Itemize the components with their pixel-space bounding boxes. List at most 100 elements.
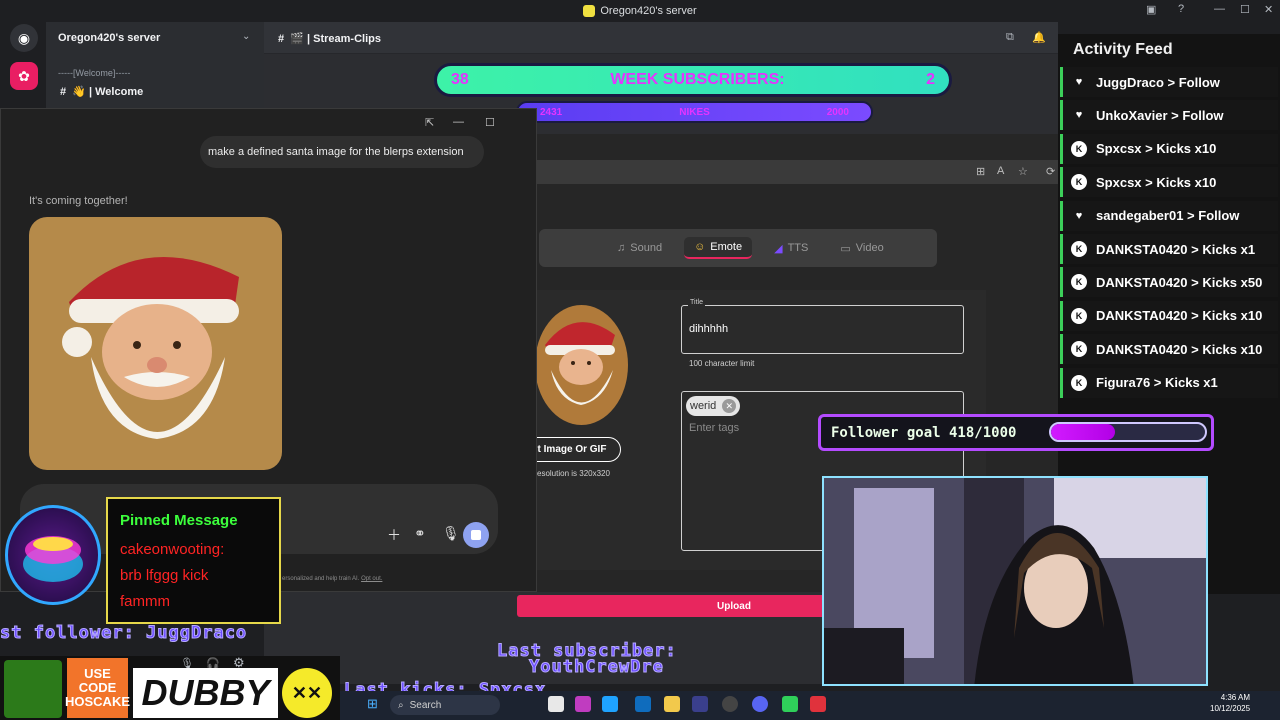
select-image-button[interactable]: t Image Or GIF xyxy=(523,437,621,462)
dubby-logo: DUBBY xyxy=(133,668,278,718)
window-titlebar: Oregon420's server xyxy=(0,0,1280,22)
feed-item-text: DANKSTA0420 > Kicks x1 xyxy=(1096,241,1256,257)
obs-icon[interactable] xyxy=(722,696,738,712)
cake-logo xyxy=(5,505,101,605)
taskbar-clock[interactable]: 4:36 AM 10/12/2025 xyxy=(1210,692,1250,714)
feed-item-text: JuggDraco > Follow xyxy=(1096,74,1220,90)
goal-right-value: 2000 xyxy=(826,106,849,118)
feed-item: K DANKSTA0420 > Kicks x10 xyxy=(1060,334,1278,365)
feed-item-text: sandegaber01 > Follow xyxy=(1096,208,1240,224)
feed-item-text: DANKSTA0420 > Kicks x10 xyxy=(1096,341,1263,357)
user-message: make a defined santa image for the blerp… xyxy=(200,136,484,168)
feed-item: K DANKSTA0420 > Kicks x10 xyxy=(1060,300,1278,331)
feed-item-text: DANKSTA0420 > Kicks x50 xyxy=(1096,274,1263,290)
tab-emote[interactable]: ☺ Emote xyxy=(684,237,753,259)
feed-item: ♥ UnkoXavier > Follow xyxy=(1060,100,1278,131)
pinned-heading: Pinned Message xyxy=(120,512,238,529)
favorite-icon[interactable]: ☆ xyxy=(1018,165,1028,178)
help-icon[interactable]: ? xyxy=(1178,3,1184,15)
minimize-icon[interactable]: — xyxy=(453,116,464,128)
disclaimer-body: ersonalized and help train AI. xyxy=(282,576,360,582)
kick-icon: K xyxy=(1071,241,1087,257)
task-view-icon[interactable] xyxy=(548,696,564,712)
heart-icon: ♥ xyxy=(1075,76,1083,88)
tag-chip-label: werid xyxy=(690,400,717,412)
activity-feed-title: Activity Feed xyxy=(1073,41,1173,58)
popout-icon[interactable]: ⇱ xyxy=(425,116,434,129)
char-limit-hint: 100 character limit xyxy=(689,359,755,368)
file-explorer-icon[interactable] xyxy=(664,696,680,712)
tab-video[interactable]: ▭ Video xyxy=(830,238,893,259)
opt-out-link[interactable]: Opt out. xyxy=(361,576,382,582)
tab-emote-label: Emote xyxy=(710,241,743,253)
use-code-line: CODE xyxy=(78,680,117,695)
tts-icon: ◢ xyxy=(774,242,783,255)
taskbar-search[interactable]: ⌕ Search xyxy=(390,695,500,715)
chevron-down-icon[interactable]: ⌄ xyxy=(242,31,250,42)
blerp-type-tabs: ♫ Sound ☺ Emote ◢ TTS ▭ Video xyxy=(539,229,937,267)
discord-icon[interactable] xyxy=(752,696,768,712)
app-icon[interactable] xyxy=(810,696,826,712)
read-aloud-icon[interactable]: A xyxy=(997,165,1004,177)
heart-icon: ♥ xyxy=(1075,209,1083,222)
feed-item: K DANKSTA0420 > Kicks x1 xyxy=(1060,234,1278,264)
app-icon[interactable] xyxy=(692,696,708,712)
threads-icon[interactable]: ⧉ xyxy=(1006,31,1014,44)
tools-icon[interactable]: ⚭ xyxy=(414,525,426,542)
remove-tag-icon[interactable]: ✕ xyxy=(722,399,737,413)
subscribers-label: WEEK SUBSCRIBERS: xyxy=(610,71,785,88)
tab-tts[interactable]: ◢ TTS xyxy=(764,238,818,259)
app-icon[interactable]: ⊞ xyxy=(976,165,985,178)
subscriber-goal-bar: 2431 NIKES 2000 xyxy=(516,101,873,123)
refresh-icon[interactable]: ⟳ xyxy=(1046,165,1055,178)
server-name[interactable]: Oregon420's server xyxy=(58,32,160,44)
channel-category[interactable]: -----[Welcome]----- xyxy=(58,68,130,78)
maximize-icon[interactable]: ☐ xyxy=(1240,3,1250,16)
tab-sound[interactable]: ♫ Sound xyxy=(607,238,672,258)
feed-item-text: DANKSTA0420 > Kicks x10 xyxy=(1096,308,1263,324)
minimize-icon[interactable]: — xyxy=(1214,3,1225,15)
kick-icon: K xyxy=(1071,140,1087,157)
music-note-icon: ♫ xyxy=(617,242,626,254)
windows-start-icon[interactable]: ⊞ xyxy=(367,696,378,712)
tab-video-label: Video xyxy=(855,242,884,254)
use-code-line: USE xyxy=(84,666,111,681)
kick-icon: K xyxy=(1071,174,1087,191)
last-follower: st follower: JuggDraco xyxy=(0,623,248,644)
kick-icon: K xyxy=(1071,341,1087,358)
app-icon[interactable] xyxy=(782,696,798,712)
discord-home-icon[interactable]: ◉ xyxy=(10,24,38,52)
clock-time: 4:36 AM xyxy=(1220,693,1251,702)
inbox-icon[interactable]: ▣ xyxy=(1146,3,1156,16)
kick-icon: K xyxy=(1071,274,1087,291)
emoji-icon: ☺ xyxy=(694,241,706,253)
kick-icon: K xyxy=(1071,307,1087,324)
assistant-status: It's coming together! xyxy=(29,195,128,207)
close-icon[interactable]: ✕ xyxy=(1264,3,1273,16)
channel-welcome[interactable]: # 👋 | Welcome xyxy=(60,85,143,98)
pinned-message: Pinned Message cakeonwooting: brb lfggg … xyxy=(106,497,281,624)
tab-tts-label: TTS xyxy=(787,242,809,254)
last-subscriber: YouthCrewDre xyxy=(529,657,664,678)
feed-item-text: Spxcsx > Kicks x10 xyxy=(1096,141,1217,157)
taskbar-search-label: Search xyxy=(409,699,442,711)
follower-goal-progress xyxy=(1049,422,1207,442)
edge-icon[interactable] xyxy=(602,696,618,712)
feed-item: ♥ JuggDraco > Follow xyxy=(1060,67,1278,97)
maximize-icon[interactable]: ☐ xyxy=(485,116,495,129)
outlook-icon[interactable] xyxy=(635,696,651,712)
microphone-icon[interactable]: 🎙 xyxy=(442,525,460,542)
channel-sidebar: Oregon420's server ⌄ -----[Welcome]-----… xyxy=(46,22,264,112)
plus-icon[interactable]: ＋ xyxy=(387,525,401,545)
goal-label: NIKES xyxy=(679,106,710,118)
title-value: dihhhhh xyxy=(689,323,729,335)
server-icon-active[interactable]: ✿ xyxy=(10,62,38,90)
app-icon[interactable] xyxy=(575,696,591,712)
voice-mode-button[interactable] xyxy=(463,522,489,548)
video-icon: ▭ xyxy=(840,242,851,255)
santa-preview-image xyxy=(535,305,628,425)
santa-generated-image[interactable] xyxy=(29,217,282,470)
clock-date: 10/12/2025 xyxy=(1210,704,1251,713)
bell-icon[interactable]: 🔔 xyxy=(1032,31,1046,44)
feed-item-text: UnkoXavier > Follow xyxy=(1096,107,1224,123)
